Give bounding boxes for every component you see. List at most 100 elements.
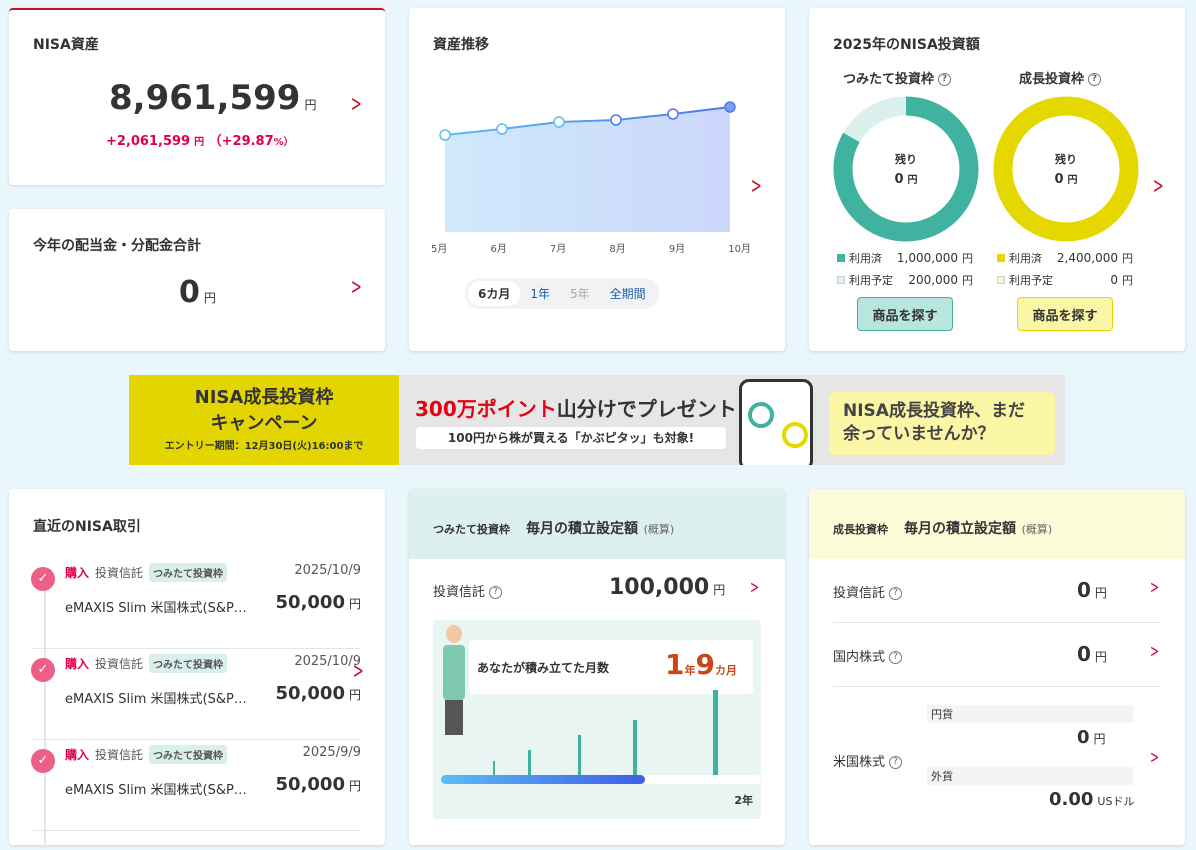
- nisa-investment-card[interactable]: 2025年のNISA投資額 つみたて投資枠? 成長投資枠? 残り 0 円 残り 0 円 …: [809, 8, 1185, 351]
- help-icon[interactable]: ?: [938, 73, 952, 86]
- growth-monthly-card[interactable]: 成長投資枠 毎月の積立設定額 (概算) 投資信託? 0円 > 国内株式? 0円 …: [809, 489, 1185, 845]
- trade-amount: 50,000 円: [275, 592, 361, 613]
- trade-type: 購入: [65, 657, 90, 671]
- help-icon[interactable]: ?: [889, 587, 903, 600]
- chevron-right-icon[interactable]: >: [351, 94, 362, 116]
- growth-legend: 利用済 2,400,000 円 利用予定 0 円: [997, 247, 1133, 291]
- trade-row[interactable]: ✓ 購入 投資信託 つみたて投資枠 2025/10/9 eMAXIS Slim 米国…: [31, 557, 361, 649]
- trade-tag: つみたて投資枠: [149, 654, 228, 673]
- x-tick: 5月: [431, 244, 448, 255]
- x-tick: 7月: [549, 244, 567, 255]
- recent-title: 直近のNISA取引: [33, 519, 141, 535]
- banner-sub: 100円から株が買える「かぶピタッ」も対象!: [416, 427, 726, 449]
- help-icon[interactable]: ?: [489, 586, 503, 599]
- x-tick: 10月: [728, 244, 751, 255]
- yen-label: 円貨: [927, 705, 1133, 723]
- help-icon[interactable]: ?: [889, 756, 903, 769]
- chevron-right-icon[interactable]: >: [1150, 579, 1159, 597]
- help-icon[interactable]: ?: [889, 651, 903, 664]
- growth-label: 成長投資枠?: [1019, 68, 1102, 87]
- assets-value: 8,961,599 円: [109, 78, 317, 118]
- banner-left: NISA成長投資枠 キャンペーン エントリー期間：12月30日(火)16:00ま…: [129, 375, 399, 465]
- x-tick: 8月: [609, 244, 626, 255]
- chevron-right-icon[interactable]: >: [351, 277, 362, 299]
- banner-entry: エントリー期間：12月30日(火)16:00まで: [164, 441, 364, 452]
- trend-point[interactable]: [610, 114, 622, 126]
- progress-illustration: あなたが積み立てた月数 1年9カ月 2年: [433, 620, 761, 819]
- recent-trades-card[interactable]: 直近のNISA取引 ✓ 購入 投資信託 つみたて投資枠 2025/10/9 eMAX…: [9, 489, 385, 845]
- trade-type: 購入: [65, 566, 90, 580]
- trade-row[interactable]: ✓ 購入 投資信託 つみたて投資枠 2025/9/9 eMAXIS Slim 米国株…: [31, 739, 361, 831]
- tab-6-months[interactable]: 6カ月: [468, 281, 521, 306]
- x-tick: 6月: [490, 244, 507, 255]
- trade-amount: 50,000 円: [275, 774, 361, 795]
- check-icon: ✓: [31, 749, 55, 773]
- banner-bubble: NISA成長投資枠、まだ余っていませんか？: [829, 392, 1055, 455]
- period-tabs: 6カ月 1年 5年 全期間: [465, 278, 659, 309]
- check-icon: ✓: [31, 567, 55, 591]
- plant-illustrations: [493, 690, 753, 775]
- legend-swatch: [997, 276, 1005, 284]
- trend-area: [445, 107, 730, 232]
- fx-value: 0.00 USドル: [1049, 789, 1135, 810]
- trade-type: 購入: [65, 748, 90, 762]
- chevron-right-icon[interactable]: >: [1150, 643, 1159, 661]
- trade-tag: つみたて投資枠: [149, 563, 228, 582]
- assets-title: NISA資産: [33, 37, 99, 53]
- trend-x-axis: 5月 6月 7月 8月 9月 10月: [431, 240, 751, 255]
- trade-fund-name: eMAXIS Slim 米国株式(S&P…: [65, 601, 247, 616]
- trade-tag: つみたて投資枠: [149, 745, 228, 764]
- chevron-right-icon[interactable]: >: [751, 176, 762, 198]
- trade-kind: 投資信託: [95, 657, 144, 671]
- tsumitate-header-title: つみたて投資枠 毎月の積立設定額 (概算): [433, 521, 675, 537]
- trend-point[interactable]: [553, 116, 565, 128]
- check-icon: ✓: [31, 658, 55, 682]
- yen-value: 0円: [1077, 727, 1106, 748]
- trend-chart: [439, 101, 736, 232]
- campaign-banner[interactable]: NISA成長投資枠 キャンペーン エントリー期間：12月30日(火)16:00ま…: [129, 375, 1065, 465]
- asset-trend-card[interactable]: 資産推移 5月 6月 7月 8月 9月 10月 6カ月 1年 5年 全期間 >: [409, 8, 785, 351]
- chevron-right-icon[interactable]: >: [1153, 176, 1164, 198]
- months-label: あなたが積み立てた月数: [477, 661, 610, 675]
- x-tick: 9月: [668, 244, 686, 255]
- tsumitate-monthly-card[interactable]: つみたて投資枠 毎月の積立設定額 (概算) 投資信託? 100,000 円 > あ…: [409, 489, 785, 845]
- tab-all[interactable]: 全期間: [600, 281, 656, 306]
- dividend-value: 0円: [179, 275, 216, 310]
- tab-5-years[interactable]: 5年: [560, 281, 600, 306]
- growth-row-us[interactable]: 米国株式? 円貨 0円 外貨 0.00 USドル >: [833, 687, 1161, 827]
- trade-row[interactable]: ✓ 購入 投資信託 つみたて投資枠 2025/10/9 eMAXIS Slim 米国…: [31, 648, 361, 740]
- trade-date: 2025/9/9: [302, 745, 361, 760]
- trend-point[interactable]: [667, 108, 679, 120]
- growth-header: 成長投資枠 毎月の積立設定額 (概算): [809, 489, 1185, 559]
- tsumitate-remaining: 残り 0 円: [894, 153, 918, 187]
- trade-amount: 50,000 円: [275, 683, 361, 704]
- chevron-right-icon[interactable]: >: [1150, 749, 1159, 767]
- trade-fund-name: eMAXIS Slim 米国株式(S&P…: [65, 783, 247, 798]
- months-progress-bar: [441, 775, 761, 784]
- trend-point[interactable]: [724, 101, 736, 113]
- chevron-right-icon[interactable]: >: [353, 661, 364, 683]
- nisa-assets-card[interactable]: NISA資産 8,961,599 円 +2,061,599 円 （+29.87%） …: [9, 8, 385, 185]
- person-illustration: [443, 625, 465, 775]
- dividend-card[interactable]: 今年の配当金・分配金合計 0円 >: [9, 209, 385, 351]
- months-value: 1年9カ月: [665, 648, 737, 681]
- legend-swatch: [837, 254, 845, 262]
- trend-point[interactable]: [439, 129, 451, 141]
- growth-row-fund[interactable]: 投資信託? 0円 >: [833, 559, 1161, 623]
- tab-1-year[interactable]: 1年: [520, 281, 560, 306]
- tsumitate-find-products-button[interactable]: 商品を探す: [857, 297, 953, 331]
- tsumitate-row-label: 投資信託?: [433, 581, 503, 600]
- legend-swatch: [997, 254, 1005, 262]
- banner-line2: キャンペーン: [210, 413, 318, 434]
- tsumitate-label: つみたて投資枠?: [843, 68, 952, 87]
- chevron-right-icon[interactable]: >: [750, 579, 759, 597]
- dividend-title: 今年の配当金・分配金合計: [33, 238, 201, 254]
- trade-fund-name: eMAXIS Slim 米国株式(S&P…: [65, 692, 247, 707]
- trend-point[interactable]: [496, 123, 508, 135]
- banner-line1: NISA成長投資枠: [194, 387, 334, 408]
- legend-swatch: [837, 276, 845, 284]
- growth-find-products-button[interactable]: 商品を探す: [1017, 297, 1113, 331]
- invest-title: 2025年のNISA投資額: [833, 37, 980, 53]
- help-icon[interactable]: ?: [1088, 73, 1102, 86]
- growth-row-domestic[interactable]: 国内株式? 0円 >: [833, 623, 1161, 687]
